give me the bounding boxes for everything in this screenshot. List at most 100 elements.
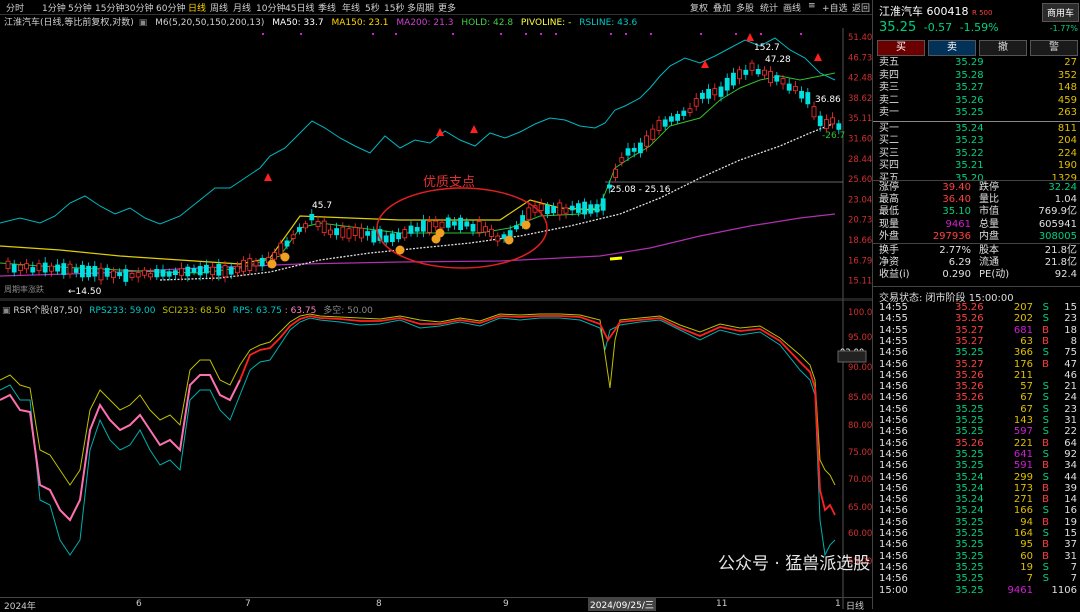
candle-body bbox=[613, 168, 618, 178]
x-tick: 7 bbox=[245, 599, 251, 609]
settings-icon[interactable]: ▣ bbox=[139, 18, 148, 28]
candle-body bbox=[383, 235, 389, 243]
tick-row: 14:56 35.24 166 S 16 bbox=[873, 505, 1080, 516]
candle-body bbox=[712, 88, 718, 96]
candle-body bbox=[210, 266, 216, 276]
ask-row[interactable]: 卖一 35.25 263 bbox=[873, 107, 1080, 119]
period-tab[interactable]: 15秒 bbox=[384, 1, 404, 14]
stat-label: 量比 bbox=[979, 194, 999, 206]
bid-row[interactable]: 买二 35.23 204 bbox=[873, 135, 1080, 147]
period-tab[interactable]: 10分钟 bbox=[256, 1, 285, 14]
tick-price: 35.27 bbox=[955, 324, 984, 336]
candle-body bbox=[731, 72, 736, 86]
candle-body bbox=[179, 267, 185, 276]
period-tab[interactable]: 30分钟 bbox=[124, 1, 153, 14]
bid-volume: 224 bbox=[1057, 147, 1077, 159]
tick-time: 14:56 bbox=[879, 471, 908, 483]
period-tab[interactable]: 60分钟 bbox=[156, 1, 185, 14]
candle-body bbox=[687, 108, 693, 113]
tick-volume: 176 bbox=[1013, 358, 1033, 370]
ma200-label: MA200: 21.3 bbox=[396, 18, 454, 28]
period-tab[interactable]: 5分钟 bbox=[68, 1, 92, 14]
tick-side: B bbox=[1042, 358, 1049, 370]
candle-body bbox=[470, 224, 476, 232]
stat-label: 现量 bbox=[879, 218, 899, 230]
bid-row[interactable]: 买一 35.24 811 bbox=[873, 123, 1080, 135]
x-tick: 1 bbox=[835, 599, 841, 609]
draw-button[interactable]: 画线 bbox=[783, 1, 801, 14]
period-tab[interactable]: 15分钟 bbox=[95, 1, 124, 14]
stats-row: 最高 36.40 量比 1.04 bbox=[873, 194, 1080, 205]
tick-row: 14:56 35.25 67 S 23 bbox=[873, 404, 1080, 415]
sell-button[interactable]: 卖 bbox=[928, 40, 976, 56]
period-tab[interactable]: 周线 bbox=[210, 1, 228, 14]
candle-body bbox=[476, 221, 482, 233]
tick-time: 14:56 bbox=[879, 539, 908, 551]
ask-row[interactable]: 卖五 35.29 27 bbox=[873, 57, 1080, 69]
label-high2: 47.28 bbox=[765, 55, 791, 65]
rsr-red-curve bbox=[239, 315, 836, 516]
price-chart[interactable]: 51.40 46.73 42.48 38.62 35.11 31.60 28.44 25.60… bbox=[0, 28, 872, 300]
sector-tag[interactable]: 商用车 bbox=[1041, 3, 1079, 22]
bid-row[interactable]: 买三 35.22 224 bbox=[873, 148, 1080, 160]
tick-price: 35.25 bbox=[955, 448, 984, 460]
tick-time: 14:55 bbox=[879, 324, 908, 336]
m6-label: M6(5,20,50,150,200,13) bbox=[155, 18, 265, 28]
alert-button[interactable]: 警 bbox=[1030, 40, 1078, 56]
candle-body bbox=[197, 266, 203, 276]
ask-volume: 148 bbox=[1057, 82, 1077, 93]
tick-count: 1106 bbox=[1051, 584, 1077, 596]
candle-body bbox=[768, 71, 773, 84]
period-tab[interactable]: 45日线 bbox=[285, 1, 314, 14]
stat-value: 35.10 bbox=[942, 206, 971, 218]
tick-price: 35.27 bbox=[955, 335, 984, 347]
period-tab[interactable]: 多周期 bbox=[407, 1, 434, 14]
candle-body bbox=[185, 266, 191, 277]
candle-body bbox=[234, 265, 240, 274]
candle-body bbox=[495, 235, 501, 242]
yellow-mark bbox=[609, 256, 623, 261]
candle-body bbox=[557, 202, 563, 216]
candle-body bbox=[619, 157, 625, 163]
ask-row[interactable]: 卖三 35.27 148 bbox=[873, 82, 1080, 94]
fuquan-button[interactable]: 复权 bbox=[690, 1, 708, 14]
candle-body bbox=[17, 264, 23, 272]
tick-side: S bbox=[1042, 561, 1049, 573]
tick-row: 14:56 35.25 597 S 22 bbox=[873, 426, 1080, 437]
overlay-button[interactable]: 叠加 bbox=[713, 1, 731, 14]
candle-body bbox=[650, 128, 656, 141]
tick-volume: 202 bbox=[1013, 313, 1033, 325]
period-tab[interactable]: 更多 bbox=[438, 1, 456, 14]
candle-body bbox=[154, 268, 160, 278]
cancel-button[interactable]: 撤 bbox=[979, 40, 1027, 56]
tick-time: 14:56 bbox=[879, 460, 908, 472]
period-tab[interactable]: 季线 bbox=[318, 1, 336, 14]
tick-time: 14:56 bbox=[879, 494, 908, 506]
menu-icon[interactable]: ≡ bbox=[808, 1, 816, 11]
ask-row[interactable]: 卖二 35.26 459 bbox=[873, 95, 1080, 107]
period-tab-daily[interactable]: 日线 bbox=[188, 1, 206, 14]
buy-button[interactable]: 买 bbox=[877, 40, 925, 56]
add-watchlist-button[interactable]: +自选 bbox=[822, 1, 848, 14]
period-tab[interactable]: 年线 bbox=[342, 1, 360, 14]
candle-body bbox=[644, 135, 649, 147]
stat-value: 605941 bbox=[1038, 218, 1077, 230]
ask-row[interactable]: 卖四 35.28 352 bbox=[873, 70, 1080, 82]
tick-price: 35.26 bbox=[955, 381, 984, 393]
period-tab[interactable]: 5秒 bbox=[365, 1, 380, 14]
period-tab[interactable]: 月线 bbox=[233, 1, 251, 14]
stat-value: 297936 bbox=[932, 230, 971, 242]
tick-side: B bbox=[1042, 324, 1049, 336]
candle-body bbox=[5, 260, 11, 269]
tick-time: 14:56 bbox=[879, 358, 908, 370]
watermark: 公众号 · 猛兽派选股 bbox=[718, 554, 871, 574]
stats-button[interactable]: 统计 bbox=[760, 1, 778, 14]
back-button[interactable]: 返回 bbox=[852, 1, 870, 14]
multi-stock-button[interactable]: 多股 bbox=[736, 1, 754, 14]
stats-row: 换手 2.77% 股本 21.8亿 bbox=[873, 245, 1080, 256]
period-tab[interactable]: 分时 bbox=[6, 1, 24, 14]
ma150-label: MA150: 23.1 bbox=[331, 18, 389, 28]
bid-price: 35.22 bbox=[955, 147, 984, 159]
bid-row[interactable]: 买四 35.21 190 bbox=[873, 160, 1080, 172]
period-tab[interactable]: 1分钟 bbox=[42, 1, 66, 14]
